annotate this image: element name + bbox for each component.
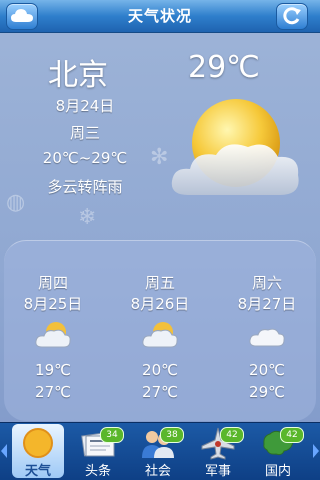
tab-society[interactable]: 38 社会 [132,424,184,479]
forecast-weekday: 周五 [144,274,175,292]
tab-military[interactable]: 42 军事 [192,424,244,479]
bauble-icon: ◍ [6,190,26,215]
current-temperature: 29℃ [188,50,260,85]
forecast-low: 19℃ [35,361,71,379]
current-weekday: 周三 [69,124,100,142]
partly-cloudy-icon [35,322,71,348]
ornament-icon: ✻ [150,145,169,170]
unread-badge: 42 [280,427,304,443]
forecast-high: 27℃ [35,383,71,401]
refresh-icon [283,7,301,25]
forecast-low: 20℃ [142,361,178,379]
refresh-button[interactable] [276,3,308,30]
forecast-low: 20℃ [249,361,285,379]
forecast-weekday: 周四 [37,274,68,292]
forecast-weekday: 周六 [251,274,282,292]
tab-label: 社会 [144,464,171,479]
tab-headlines[interactable]: 34 头条 [72,424,124,479]
city-name: 北京 [48,58,108,93]
tab-label: 军事 [204,464,231,479]
current-date: 8月24日 [55,97,115,115]
sun-behind-cloud-icon [171,99,299,195]
nav-left-arrow[interactable] [1,444,7,458]
cloudy-icon [249,328,285,347]
forecast-day-3: 周六 8月27日 20℃ 29℃ [227,272,307,405]
page-title: 天气状况 [127,7,192,25]
tab-label: 国内 [264,464,291,479]
unread-badge: 42 [220,427,244,443]
unread-badge: 38 [160,427,184,443]
forecast-day-2: 周五 8月26日 20℃ 27℃ [120,272,200,405]
temperature-range: 20℃~29℃ [42,149,128,167]
tab-label: 头条 [84,464,111,479]
weather-condition: 多云转阵雨 [47,178,123,196]
tab-domestic[interactable]: 42 国内 [252,424,304,479]
tab-label: 天气 [24,464,51,479]
forecast-high: 27℃ [142,383,178,401]
partly-cloudy-icon [142,322,178,348]
forecast-date: 8月25日 [23,295,83,313]
snowflake-icon: ❄ [78,205,97,230]
nav-right-arrow[interactable] [313,444,319,458]
forecast-high: 29℃ [249,383,285,401]
tab-weather[interactable]: 天气 [12,424,64,479]
weather-app: 天气状况 ✻ ❄ ◍ 北京 29℃ 8月24日 周三 20℃~29℃ 多云转阵雨 [0,0,320,480]
unread-badge: 34 [100,427,124,443]
forecast-date: 8月26日 [130,295,190,313]
forecast-day-1: 周四 8月25日 19℃ 27℃ [13,272,93,405]
sun-icon [23,428,53,458]
forecast-date: 8月27日 [237,295,297,313]
